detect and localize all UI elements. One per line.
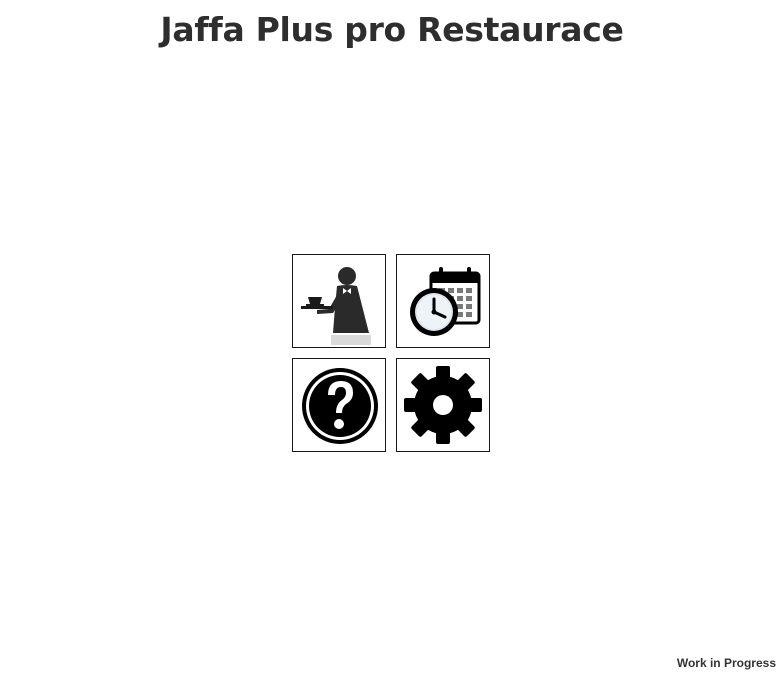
settings-tile[interactable] bbox=[396, 358, 490, 452]
gear-icon bbox=[404, 366, 482, 444]
waiter-tile[interactable] bbox=[292, 254, 386, 348]
calendar-clock-icon bbox=[410, 267, 481, 336]
help-icon bbox=[302, 368, 378, 444]
page-title: Jaffa Plus pro Restaurace bbox=[160, 10, 624, 49]
schedule-tile[interactable] bbox=[396, 254, 490, 348]
status-text: Work in Progress bbox=[676, 656, 776, 670]
waiter-icon bbox=[301, 267, 371, 345]
help-tile[interactable] bbox=[292, 358, 386, 452]
